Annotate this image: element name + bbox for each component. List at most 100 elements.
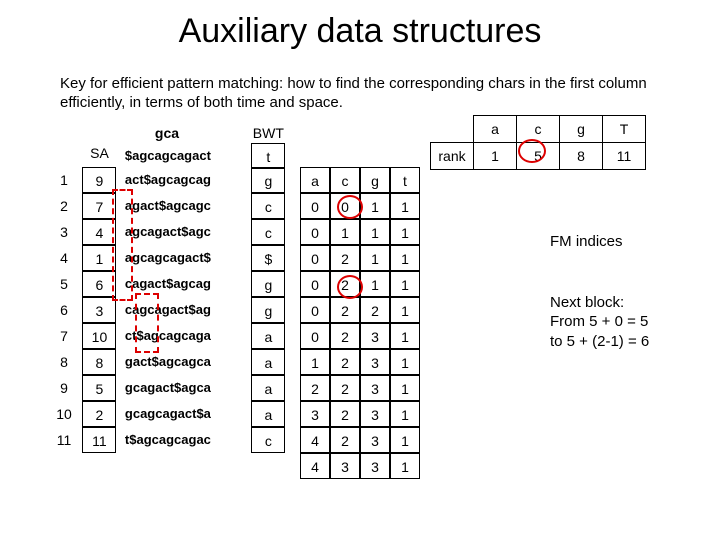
fm-cell: 2: [300, 375, 330, 401]
sa-cell: 6: [82, 271, 116, 297]
fm-cell: 0: [300, 219, 330, 245]
rank-val: 5: [517, 142, 560, 169]
sa-bwt-block: 1234567891011 SA 9741631085211 gca $agca…: [50, 123, 285, 453]
rank-block: a c g T rank 1 5 8 11: [430, 115, 646, 170]
fm-cell: 2: [330, 375, 360, 401]
fm-cell: 0: [300, 323, 330, 349]
rotation-string: agcagact$agc: [121, 219, 247, 245]
page-title: Auxiliary data structures: [0, 12, 720, 51]
rotation-string: agact$agcagc: [121, 193, 247, 219]
fm-cell: 1: [390, 297, 420, 323]
rotation-string: ct$agcagcaga: [121, 323, 247, 349]
rotation-string: gcagcagact$a: [121, 401, 247, 427]
fm-cell: 1: [390, 271, 420, 297]
fm-cell: 3: [360, 323, 390, 349]
fm-header: c: [330, 167, 360, 193]
next-block-label: Next block: From 5 + 0 = 5 to 5 + (2-1) …: [550, 293, 649, 352]
fm-cell: 0: [300, 193, 330, 219]
sa-cell: 2: [82, 401, 116, 427]
row-index: 1: [50, 167, 78, 193]
rank-label: rank: [431, 142, 474, 169]
fm-cell: 1: [390, 193, 420, 219]
rotation-string: gcagact$agca: [121, 375, 247, 401]
fm-cell: 2: [330, 297, 360, 323]
rank-val: 8: [560, 142, 603, 169]
row-index: 6: [50, 297, 78, 323]
fm-cell: 2: [330, 323, 360, 349]
rotation-string: cagact$agcag: [121, 271, 247, 297]
sa-cell: 10: [82, 323, 116, 349]
fm-header: g: [360, 167, 390, 193]
sa-cell: 3: [82, 297, 116, 323]
sa-cell: 9: [82, 167, 116, 193]
fm-cell: 3: [360, 453, 390, 479]
fm-cell: 0: [330, 193, 360, 219]
fm-cell: 1: [390, 219, 420, 245]
fm-cell: 0: [300, 271, 330, 297]
fm-cell: 1: [390, 349, 420, 375]
fm-cell: 1: [360, 219, 390, 245]
bwt-cell: a: [251, 401, 285, 427]
sa-cell: 4: [82, 219, 116, 245]
bwt-cell: g: [251, 297, 285, 323]
fm-cell: 1: [390, 323, 420, 349]
fm-cell: 2: [330, 349, 360, 375]
fm-cell: 1: [330, 219, 360, 245]
bwt-cell: c: [251, 219, 285, 245]
fm-cell: 1: [360, 245, 390, 271]
sa-cell: 7: [82, 193, 116, 219]
bwt-cell: g: [251, 271, 285, 297]
fm-cell: 2: [330, 245, 360, 271]
bwt-header: BWT: [251, 123, 285, 143]
sa-header: SA: [82, 123, 116, 167]
sa-cell: 1: [82, 245, 116, 271]
fm-header: a: [300, 167, 330, 193]
row-index: 4: [50, 245, 78, 271]
fm-cell: 3: [330, 453, 360, 479]
fm-cell: 0: [300, 245, 330, 271]
rotation-string: cagcagact$ag: [121, 297, 247, 323]
bwt-cell: c: [251, 427, 285, 453]
rank-val: 11: [603, 142, 646, 169]
fm-cell: 1: [360, 193, 390, 219]
rank-hdr: g: [560, 115, 603, 142]
bwt-cell: $: [251, 245, 285, 271]
gca-header: gca: [121, 123, 247, 143]
row-index: 5: [50, 271, 78, 297]
rank-hdr: T: [603, 115, 646, 142]
fm-cell: 2: [360, 297, 390, 323]
fm-cell: 1: [390, 427, 420, 453]
bwt-cell: g: [251, 167, 285, 193]
sa-cell: 5: [82, 375, 116, 401]
fm-cell: 1: [390, 401, 420, 427]
fm-cell: 3: [360, 349, 390, 375]
subtitle-text: Key for efficient pattern matching: how …: [60, 74, 660, 113]
rotation-string: act$agcagcag: [121, 167, 247, 193]
row-index: 10: [50, 401, 78, 427]
rank-val: 1: [474, 142, 517, 169]
fm-cell: 3: [300, 401, 330, 427]
dollar-string: $agcagcagact: [121, 143, 247, 167]
fm-cell: 0: [300, 297, 330, 323]
bwt-cell: a: [251, 349, 285, 375]
row-index: 9: [50, 375, 78, 401]
row-index: 8: [50, 349, 78, 375]
fm-index-block: a00000012344c01222222223g11112333333t111…: [300, 167, 420, 479]
fm-cell: 3: [360, 401, 390, 427]
bwt-cell: c: [251, 193, 285, 219]
fm-cell: 3: [360, 427, 390, 453]
fm-cell: 2: [330, 271, 360, 297]
bwt-cell: a: [251, 323, 285, 349]
fm-cell: 4: [300, 453, 330, 479]
rank-hdr: a: [474, 115, 517, 142]
row-index: 11: [50, 427, 78, 453]
fm-cell: 2: [330, 401, 360, 427]
fm-cell: 1: [390, 453, 420, 479]
fm-cell: 1: [390, 245, 420, 271]
rotation-string: t$agcagcagac: [121, 427, 247, 453]
fm-indices-label: FM indices: [550, 233, 623, 250]
sa-cell: 11: [82, 427, 116, 453]
rank-hdr: c: [517, 115, 560, 142]
fm-header: t: [390, 167, 420, 193]
fm-cell: 1: [300, 349, 330, 375]
